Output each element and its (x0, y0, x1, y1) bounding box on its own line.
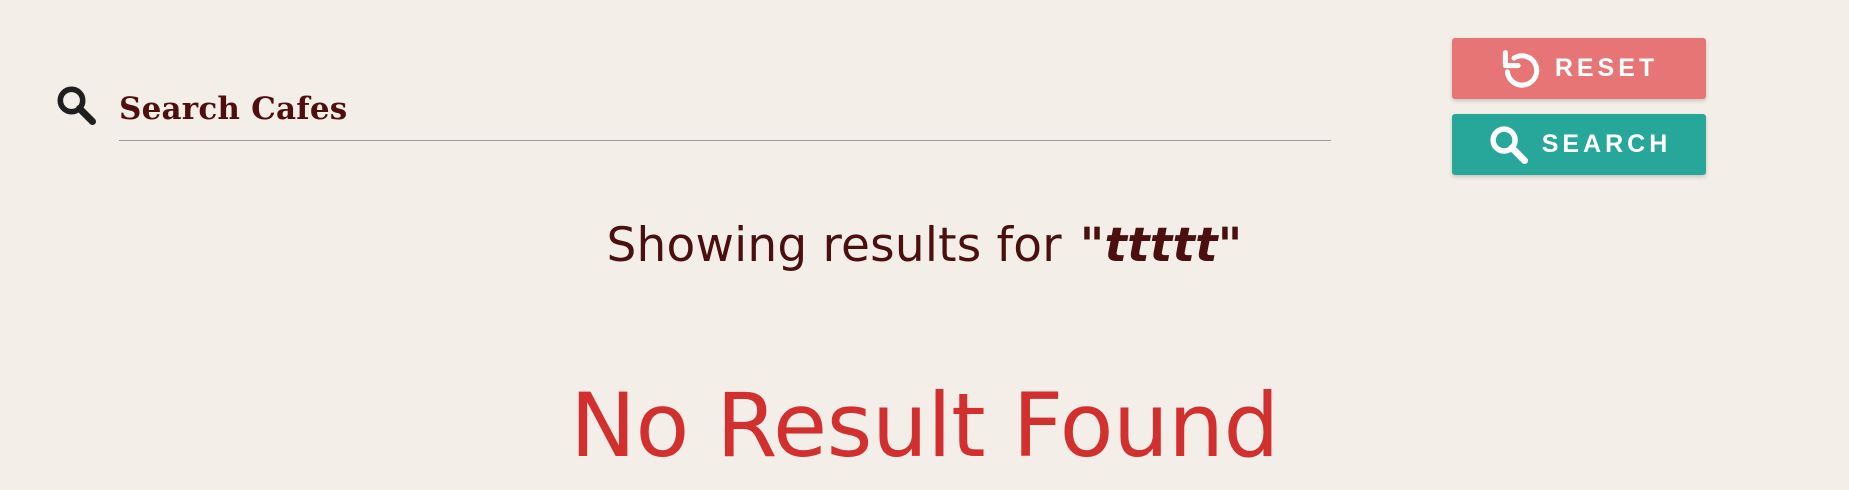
reset-button-label: RESET (1554, 54, 1659, 82)
search-icon (57, 86, 96, 125)
reset-icon (1502, 50, 1540, 88)
search-button[interactable]: SEARCH (1452, 114, 1706, 175)
reset-button[interactable]: RESET (1452, 38, 1706, 99)
results-query: "ttttt" (1079, 218, 1243, 273)
search-input[interactable] (119, 78, 1331, 141)
search-button-label: SEARCH (1541, 130, 1672, 158)
empty-results-message: No Result Found (570, 374, 1279, 477)
results-prefix: Showing results for (606, 218, 1062, 273)
results-summary: Showing results for "ttttt" (0, 218, 1849, 273)
search-bar (54, 78, 1332, 142)
search-icon (1490, 126, 1528, 165)
